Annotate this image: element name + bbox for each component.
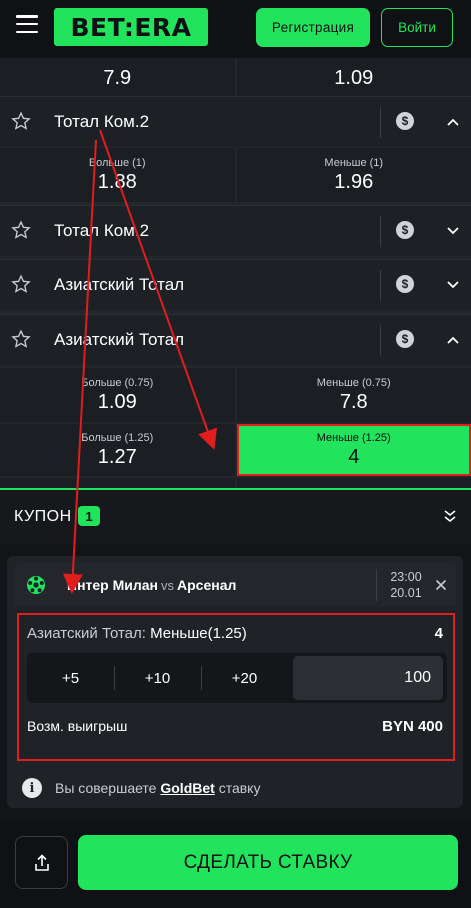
odds-value: 7.9 [103,66,132,89]
register-button[interactable]: Регистрация [256,8,370,47]
divider [380,107,381,138]
betera-logo[interactable]: BET:ERA [54,8,208,46]
stake-input[interactable] [293,656,443,700]
odds-cell-over[interactable]: Больше (1.25) 1.27 [0,424,235,476]
divider [380,216,381,247]
odds-cell-over[interactable]: Больше (1) 1.88 [0,148,235,202]
quick-stake-button[interactable]: +10 [114,653,201,703]
top-header: BET:ERA Регистрация Войти [0,0,471,58]
share-button[interactable] [15,836,68,889]
info-text: Вы совершаете GoldBet ставку [55,780,260,796]
menu-icon[interactable] [16,15,38,33]
market-header[interactable]: Азиатский Тотал $ [0,314,471,365]
match-date: 20.01 [390,586,422,600]
star-icon[interactable] [11,111,31,131]
odds-cell-under-selected[interactable]: Меньше (1.25) 4 [236,424,471,476]
away-team: Арсенал [177,577,237,593]
footer: СДЕЛАТЬ СТАВКУ [0,820,471,908]
odds-value: 1.96 [334,170,374,193]
coupon-title: КУПОН [14,508,72,525]
match-title[interactable]: Интер Милан vs Арсенал [67,577,236,593]
market-header[interactable]: Тотал Ком.2 $ [0,205,471,256]
chevron-up-icon[interactable] [446,333,460,347]
bet-pick: Меньше(1.25) [150,625,247,642]
goldbet-info: i Вы совершаете GoldBet ставку [22,778,260,798]
market-header[interactable]: Тотал Ком.2 $ [0,96,471,147]
divider [376,569,377,601]
match-time: 23:00 [390,570,422,584]
odds-value: 1.09 [97,390,137,413]
odds-label: Больше (1) [88,156,146,169]
star-icon[interactable] [11,329,31,349]
bet-selection: Азиатский Тотал: Меньше(1.25) [27,625,247,642]
info-suffix: ставку [218,780,261,796]
bet-odd: 4 [434,625,443,642]
odds-cell[interactable] [0,478,235,488]
market-name: Тотал Ком.2 [54,112,150,131]
cashout-icon: $ [396,330,414,348]
football-icon [27,576,45,594]
coupon-count-badge: 1 [78,506,100,526]
divider [380,270,381,301]
quick-stake-button[interactable]: +20 [201,653,288,703]
odds-value: 7.8 [339,390,368,413]
market-name: Азиатский Тотал [54,275,185,294]
odds-cell[interactable]: 1.09 [236,58,471,96]
market-name: Тотал Ком.2 [54,221,150,240]
cashout-icon: $ [396,221,414,239]
info-icon: i [22,778,42,798]
chevron-down-icon[interactable] [446,278,460,292]
odds-label: Меньше (0.75) [316,376,391,389]
odds-row-top: 7.9 1.09 [0,58,471,96]
quick-stake-button[interactable]: +5 [27,653,114,703]
coupon-body: Интер Милан vs Арсенал 23:00 20.01 Азиатск… [0,544,471,820]
stake-row: +5 +10 +20 [27,653,447,703]
info-prefix: Вы совершаете [55,780,157,796]
coupon-bar[interactable]: КУПОН 1 [0,488,471,544]
collapse-icon[interactable] [442,508,458,524]
cashout-icon: $ [396,112,414,130]
odds-row: Больше (1) 1.88 Меньше (1) 1.96 [0,148,471,202]
odds-value: 1.27 [97,445,137,468]
odds-row: Больше (1.25) 1.27 Меньше (1.25) 4 [0,424,471,476]
login-button[interactable]: Войти [381,8,453,47]
close-icon[interactable] [432,576,450,594]
odds-value: 1.88 [97,170,137,193]
odds-cell-under[interactable]: Меньше (0.75) 7.8 [236,368,471,422]
share-icon [34,853,49,871]
odds-row-partial [0,478,471,488]
chevron-up-icon[interactable] [446,115,460,129]
odds-cell[interactable] [236,478,471,488]
odds-value: 1.09 [334,66,374,89]
odds-label: Больше (0.75) [81,376,154,389]
odds-cell[interactable]: 7.9 [0,58,235,96]
odds-label: Больше (1.25) [81,431,154,444]
match-row: Интер Милан vs Арсенал 23:00 20.01 [14,563,456,607]
vs-label: vs [161,578,175,593]
bet-card: Интер Милан vs Арсенал 23:00 20.01 Азиатск… [7,556,463,808]
odds-list: 7.9 1.09 Тотал Ком.2 $ Больше (1) 1.88 Ме… [0,58,471,488]
bet-details: Азиатский Тотал: Меньше(1.25) 4 +5 +10 +… [17,613,455,761]
odds-cell-under[interactable]: Меньше (1) 1.96 [236,148,471,202]
odds-cell-over[interactable]: Больше (0.75) 1.09 [0,368,235,422]
star-icon[interactable] [11,220,31,240]
possible-win-value: BYN 400 [382,718,443,735]
goldbet-link[interactable]: GoldBet [160,780,214,796]
cashout-icon: $ [396,275,414,293]
possible-win-label: Возм. выигрыш [27,718,128,734]
place-bet-button[interactable]: СДЕЛАТЬ СТАВКУ [78,835,458,890]
star-icon[interactable] [11,274,31,294]
divider [380,325,381,356]
odds-label: Меньше (1.25) [316,431,391,444]
match-datetime: 23:00 20.01 [383,569,429,601]
odds-row: Больше (0.75) 1.09 Меньше (0.75) 7.8 [0,368,471,422]
market-name: Азиатский Тотал [54,330,185,349]
bet-market: Азиатский Тотал: [27,625,146,642]
odds-label: Меньше (1) [324,156,384,169]
odds-value: 4 [348,445,360,468]
market-header[interactable]: Азиатский Тотал $ [0,259,471,310]
home-team: Интер Милан [67,577,159,593]
chevron-down-icon[interactable] [446,224,460,238]
